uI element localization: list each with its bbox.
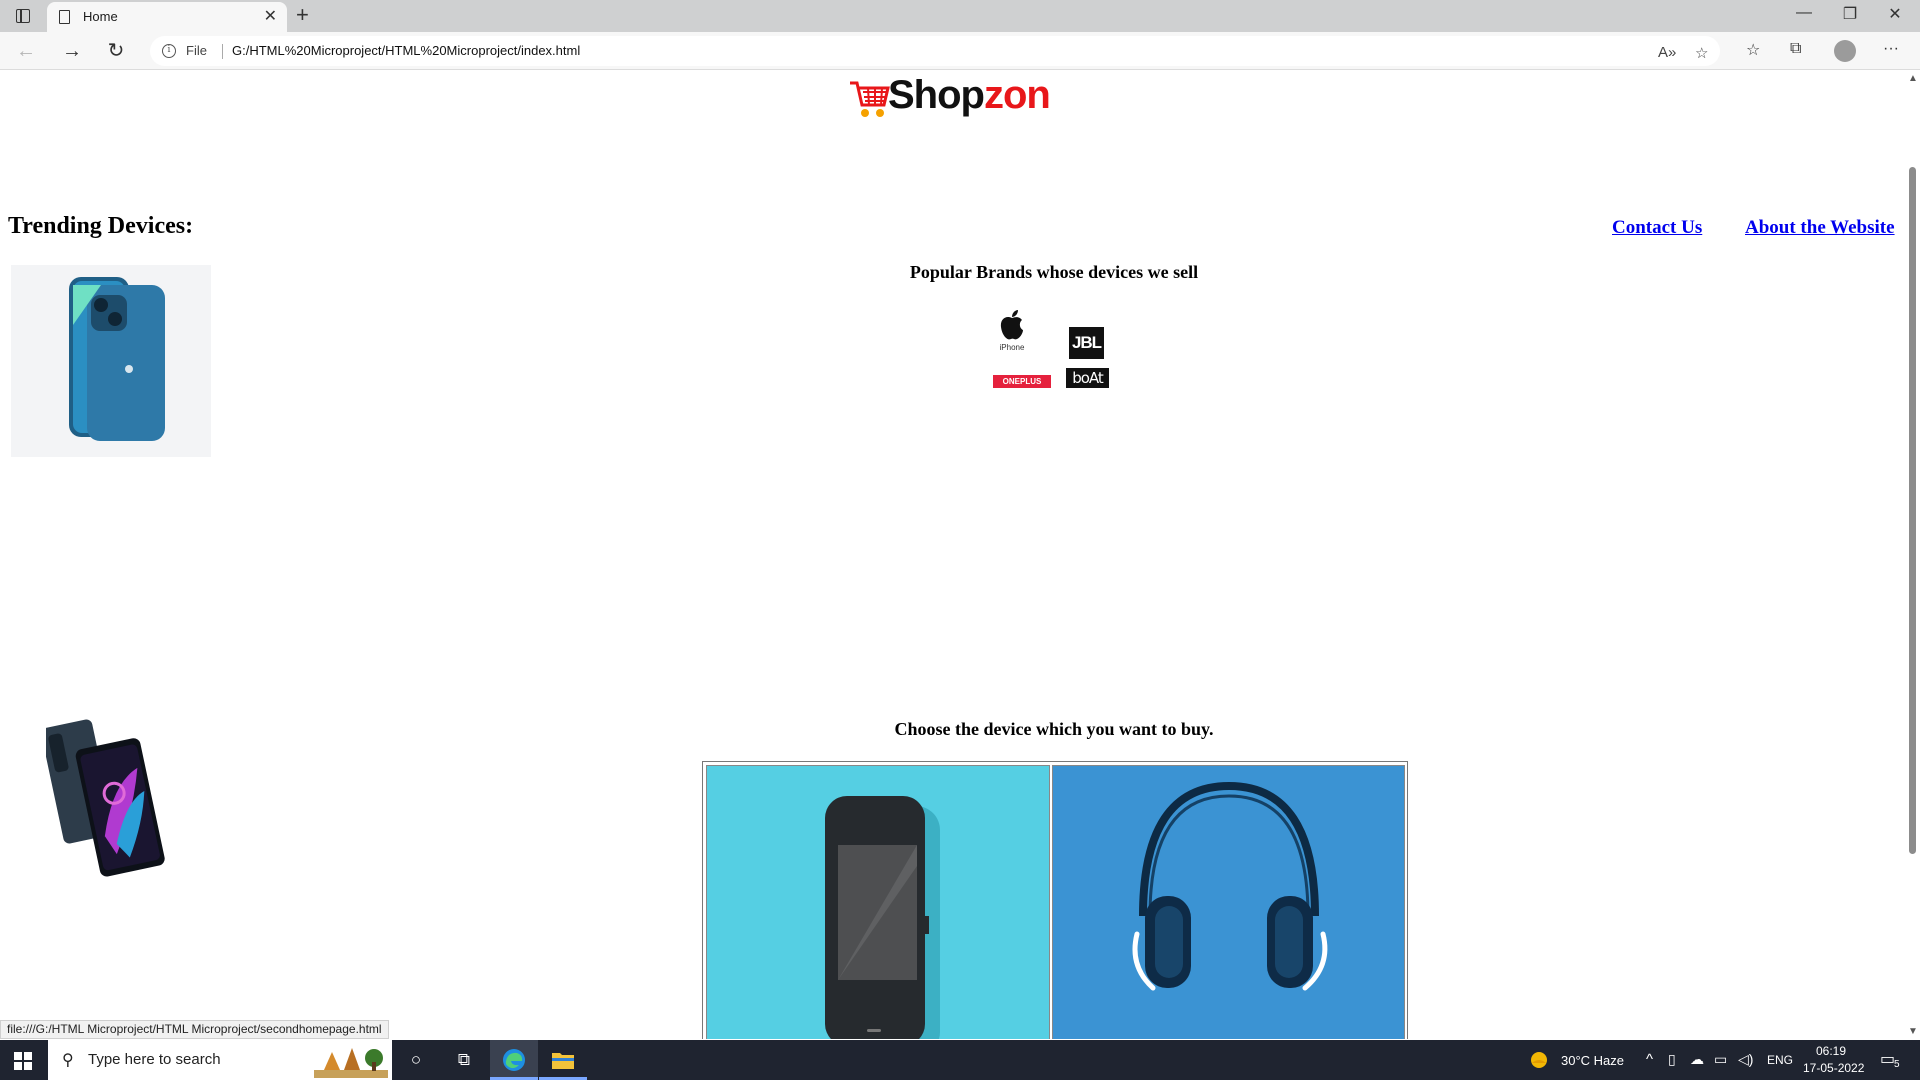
page-viewport: Shopzon Trending Devices: Contact Us Abo… xyxy=(0,71,1905,1039)
tab-title: Home xyxy=(83,9,118,24)
restore-icon[interactable]: ❐ xyxy=(1835,4,1865,24)
jbl-brand-logo[interactable]: JBL xyxy=(1069,327,1104,359)
tab-home[interactable]: Home ✕ xyxy=(47,2,287,32)
address-scheme-label: File xyxy=(186,43,207,58)
network-icon[interactable]: ▭ xyxy=(1714,1051,1727,1068)
show-hidden-icons[interactable]: ^ xyxy=(1646,1051,1653,1068)
file-explorer-icon[interactable] xyxy=(539,1040,587,1080)
task-view-icon[interactable]: ⧉ xyxy=(440,1040,488,1080)
volume-icon[interactable]: ◁) xyxy=(1738,1051,1753,1068)
back-icon[interactable]: ← xyxy=(12,38,40,64)
collections-icon[interactable]: ⧉ xyxy=(1790,40,1801,58)
search-icon: ⚲ xyxy=(62,1052,74,1069)
apple-icon xyxy=(1000,310,1023,340)
headphones-option[interactable] xyxy=(1052,765,1405,1039)
read-aloud-icon[interactable]: A» xyxy=(1658,44,1676,61)
headphones-icon xyxy=(1132,781,1328,991)
cart-logo-icon xyxy=(850,81,890,117)
scroll-up-icon[interactable]: ▲ xyxy=(1908,73,1918,84)
boat-brand-logo[interactable]: boAt xyxy=(1066,368,1109,388)
clock-time[interactable]: 06:19 xyxy=(1816,1044,1846,1058)
info-icon[interactable]: i xyxy=(162,44,176,58)
link-status-bar: file:///G:/HTML Microproject/HTML Microp… xyxy=(0,1020,389,1039)
cortana-icon[interactable]: ○ xyxy=(392,1040,440,1080)
page-scrollbar[interactable]: ▲ ▼ xyxy=(1905,71,1920,1039)
windows-start-icon[interactable] xyxy=(14,1052,32,1070)
close-icon[interactable]: ✕ xyxy=(264,6,277,26)
weather-text[interactable]: 30°C Haze xyxy=(1561,1053,1624,1068)
notification-count: 5 xyxy=(1894,1059,1900,1070)
screen: Home ✕ + — ❐ ✕ ← → ↻ i File G:/HTML%20Mi… xyxy=(0,0,1920,1080)
contact-us-link[interactable]: Contact Us xyxy=(1612,217,1702,239)
minimize-icon[interactable]: — xyxy=(1789,4,1819,22)
clock-date[interactable]: 17-05-2022 xyxy=(1803,1061,1864,1075)
edge-taskbar-icon[interactable] xyxy=(490,1040,538,1080)
device-choice-table xyxy=(702,761,1408,1039)
brands-heading: Popular Brands whose devices we sell xyxy=(909,262,1199,282)
about-website-link[interactable]: About the Website xyxy=(1745,217,1895,239)
close-window-icon[interactable]: ✕ xyxy=(1880,4,1910,24)
url-text[interactable]: G:/HTML%20Microproject/HTML%20Microproje… xyxy=(232,43,580,58)
address-bar[interactable]: i File G:/HTML%20Microproject/HTML%20Mic… xyxy=(150,36,1720,66)
folder-icon xyxy=(552,1053,574,1069)
address-divider xyxy=(222,44,223,59)
windows-taskbar: ⚲ Type here to search ○ ⧉ 30°C Haze ^ ▯ … xyxy=(0,1040,1920,1080)
new-tab-icon[interactable]: + xyxy=(296,2,309,28)
tab-strip: Home ✕ + — ❐ ✕ xyxy=(0,0,1920,32)
smartphone-option[interactable] xyxy=(706,765,1050,1039)
logo-text-shop: Shop xyxy=(888,73,985,117)
address-toolbar: ← → ↻ i File G:/HTML%20Microproject/HTML… xyxy=(0,32,1920,70)
battery-icon[interactable]: ▯ xyxy=(1668,1051,1676,1068)
forward-icon[interactable]: → xyxy=(58,38,86,64)
notification-icon[interactable]: ▭ xyxy=(1880,1049,1895,1069)
taskbar-search-box[interactable]: ⚲ Type here to search xyxy=(48,1040,392,1080)
edge-icon xyxy=(503,1049,525,1071)
search-highlight-icon xyxy=(314,1048,388,1078)
more-icon[interactable]: ··· xyxy=(1883,40,1899,58)
refresh-icon[interactable]: ↻ xyxy=(102,38,130,64)
logo-text-zon: zon xyxy=(983,73,1051,117)
document-icon xyxy=(59,10,70,24)
iphone-illustration xyxy=(69,277,165,441)
site-logo[interactable]: Shopzon xyxy=(888,73,1051,118)
choose-device-heading: Choose the device which you want to buy. xyxy=(894,719,1214,739)
taskbar-search-placeholder: Type here to search xyxy=(88,1051,221,1068)
add-favorite-icon[interactable]: ☆ xyxy=(1695,44,1708,62)
onedrive-cloud-icon[interactable]: ☁ xyxy=(1690,1051,1704,1068)
oneplus-brand-logo[interactable]: ONEPLUS xyxy=(993,375,1051,388)
smartphone-icon xyxy=(825,796,940,1039)
trending-iphone-image[interactable] xyxy=(11,265,211,457)
scroll-thumb[interactable] xyxy=(1909,167,1916,854)
language-indicator[interactable]: ENG xyxy=(1767,1053,1793,1067)
profile-icon[interactable] xyxy=(1834,40,1856,62)
weather-sun-icon xyxy=(1531,1052,1547,1068)
favorites-icon[interactable]: ☆ xyxy=(1746,40,1760,60)
apple-brand-logo[interactable]: iPhone xyxy=(992,309,1032,355)
trending-heading: Trending Devices: xyxy=(8,213,194,239)
scroll-down-icon[interactable]: ▼ xyxy=(1908,1026,1918,1037)
apple-caption: iPhone xyxy=(999,343,1025,352)
tab-actions-icon[interactable] xyxy=(16,9,30,23)
